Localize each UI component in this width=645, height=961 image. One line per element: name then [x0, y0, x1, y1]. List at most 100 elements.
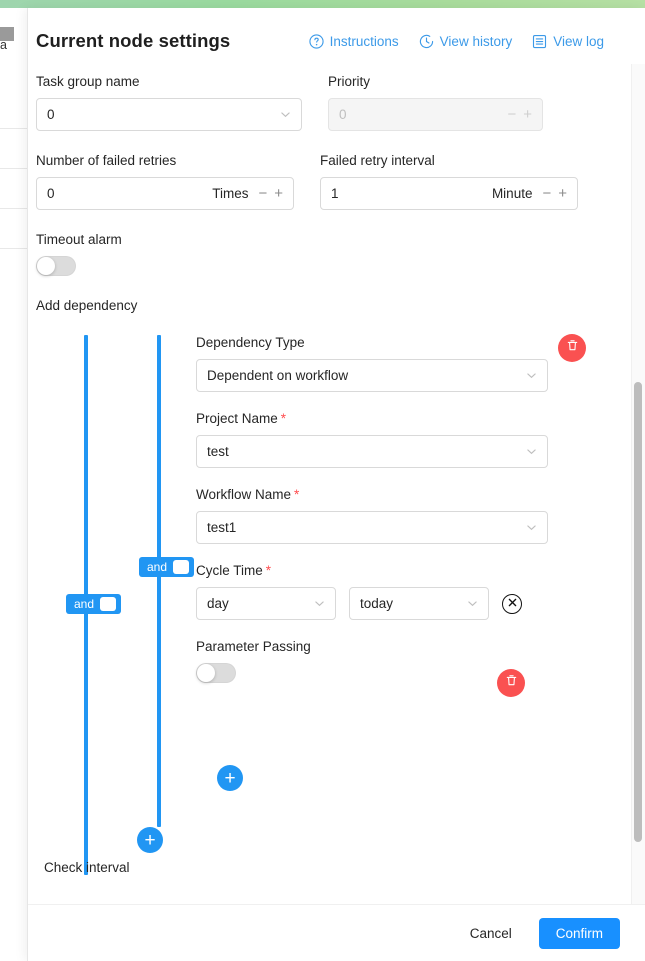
- modal-header: Current node settings Instructions View …: [36, 30, 612, 52]
- task-group-name-label: Task group name: [36, 74, 140, 89]
- failed-retry-interval-stepper[interactable]: 1 Minute − +: [320, 177, 578, 210]
- priority-field: Priority 0 − +: [328, 74, 543, 131]
- background-divider: [0, 168, 27, 169]
- header-links: Instructions View history View log: [309, 34, 604, 49]
- failed-retries-decrement-button[interactable]: −: [258, 186, 267, 201]
- view-history-link[interactable]: View history: [419, 34, 512, 49]
- page-title: Current node settings: [36, 30, 231, 51]
- workflow-name-select[interactable]: test1: [196, 511, 548, 544]
- parameter-passing-label: Parameter Passing: [196, 639, 311, 654]
- failed-retries-value[interactable]: 0: [47, 186, 212, 201]
- cycle-time-cycle-value: day: [207, 596, 229, 611]
- cycle-time-cycle-select[interactable]: day: [196, 587, 336, 620]
- trash-icon: [566, 339, 579, 357]
- workflow-name-field: Workflow Name * test1: [196, 487, 548, 544]
- instructions-link[interactable]: Instructions: [309, 34, 399, 49]
- failed-retry-interval-increment-button[interactable]: +: [558, 186, 567, 201]
- parameter-passing-toggle-knob: [197, 664, 215, 682]
- remove-cycle-time-button[interactable]: [502, 593, 522, 614]
- failed-retries-stepper[interactable]: 0 Times − +: [36, 177, 294, 210]
- and-badge-outer-switch[interactable]: [100, 597, 117, 611]
- failed-retries-label: Number of failed retries: [36, 153, 177, 168]
- chevron-down-icon: [467, 598, 478, 609]
- timeout-alarm-field: Timeout alarm: [36, 232, 612, 276]
- failed-retry-interval-field: Failed retry interval 1 Minute − +: [320, 153, 578, 210]
- failed-retry-interval-unit: Minute: [491, 186, 533, 201]
- timeout-alarm-toggle-knob: [37, 257, 55, 275]
- and-badge-inner-label: and: [147, 560, 168, 574]
- and-badge-outer[interactable]: and: [66, 594, 122, 614]
- dependency-type-field: Dependency Type Dependent on workflow: [196, 335, 548, 392]
- cycle-time-row: day today: [196, 587, 548, 620]
- timeout-alarm-toggle[interactable]: [36, 256, 76, 276]
- project-name-value: test: [207, 444, 229, 459]
- required-asterisk: *: [280, 411, 287, 426]
- instructions-label: Instructions: [329, 33, 399, 49]
- parameter-passing-toggle[interactable]: [196, 663, 236, 683]
- failed-retries-unit: Times: [212, 186, 249, 201]
- dependency-line-inner: [157, 335, 161, 827]
- scrollbar-track[interactable]: [631, 64, 645, 908]
- check-interval-label: Check interval: [44, 860, 130, 875]
- task-group-name-select[interactable]: 0: [36, 98, 302, 131]
- project-name-field: Project Name * test: [196, 411, 548, 468]
- cancel-button[interactable]: Cancel: [452, 917, 529, 949]
- view-log-label: View log: [553, 33, 604, 49]
- task-group-name-field: Task group name 0: [36, 74, 302, 131]
- background-left-column: a: [0, 8, 27, 961]
- chevron-down-icon: [526, 370, 537, 381]
- view-log-link[interactable]: View log: [532, 34, 604, 49]
- document-list-icon: [532, 34, 547, 49]
- priority-decrement-icon: −: [507, 106, 517, 123]
- add-dependency-label: Add dependency: [36, 298, 138, 313]
- priority-stepper-controls: − +: [507, 107, 532, 122]
- priority-stepper: 0 − +: [328, 98, 543, 131]
- add-dependency-item-button[interactable]: +: [217, 765, 243, 791]
- scrollbar-thumb[interactable]: [634, 382, 642, 842]
- clock-history-icon: [419, 34, 434, 49]
- dependency-type-select[interactable]: Dependent on workflow: [196, 359, 548, 392]
- chevron-down-icon: [280, 109, 291, 120]
- modal-body: Current node settings Instructions View …: [28, 8, 645, 908]
- add-dependency-group-button[interactable]: +: [137, 827, 163, 853]
- and-badge-inner-switch[interactable]: [173, 560, 190, 574]
- failed-retries-stepper-controls: − +: [258, 186, 283, 201]
- delete-dependency-button[interactable]: [558, 334, 586, 362]
- task-group-name-value: 0: [47, 107, 55, 122]
- parameter-passing-field: Parameter Passing: [196, 639, 548, 683]
- failed-retries-increment-button[interactable]: +: [274, 186, 283, 201]
- background-truncated-text: a: [0, 38, 7, 52]
- question-circle-icon: [309, 33, 324, 49]
- cycle-time-label-text: Cycle Time: [196, 563, 263, 578]
- failed-retry-interval-value[interactable]: 1: [331, 186, 492, 201]
- chevron-down-icon: [526, 522, 537, 533]
- workflow-name-label-text: Workflow Name: [196, 487, 292, 502]
- cycle-time-label: Cycle Time *: [196, 563, 548, 578]
- chevron-down-icon: [314, 598, 325, 609]
- project-name-label: Project Name *: [196, 411, 548, 426]
- close-circle-icon: [507, 597, 518, 610]
- top-progress-bar: [0, 0, 645, 8]
- workflow-name-label: Workflow Name *: [196, 487, 548, 502]
- failed-retry-interval-stepper-controls: − +: [542, 186, 567, 201]
- background-divider: [0, 128, 27, 129]
- failed-retry-interval-label: Failed retry interval: [320, 153, 435, 168]
- form-row-1: Task group name 0 Priority 0 − +: [36, 74, 612, 131]
- cycle-time-date-value: today: [360, 596, 394, 611]
- cycle-time-date-select[interactable]: today: [349, 587, 489, 620]
- dependency-type-label: Dependency Type: [196, 335, 305, 350]
- and-badge-outer-label: and: [74, 597, 95, 611]
- priority-increment-icon: +: [523, 106, 532, 123]
- node-settings-modal: Current node settings Instructions View …: [27, 8, 645, 961]
- dependency-canvas: and and + + Dependency Type Dependent on…: [36, 327, 612, 887]
- failed-retry-interval-decrement-button[interactable]: −: [542, 186, 551, 201]
- and-badge-inner[interactable]: and: [139, 557, 195, 577]
- add-dependency-section: Add dependency: [36, 298, 612, 313]
- dependency-type-value: Dependent on workflow: [207, 368, 349, 383]
- confirm-button[interactable]: Confirm: [538, 917, 620, 949]
- background-divider: [0, 248, 27, 249]
- project-name-label-text: Project Name: [196, 411, 278, 426]
- modal-footer: Cancel Confirm: [28, 904, 645, 961]
- chevron-down-icon: [526, 446, 537, 457]
- project-name-select[interactable]: test: [196, 435, 548, 468]
